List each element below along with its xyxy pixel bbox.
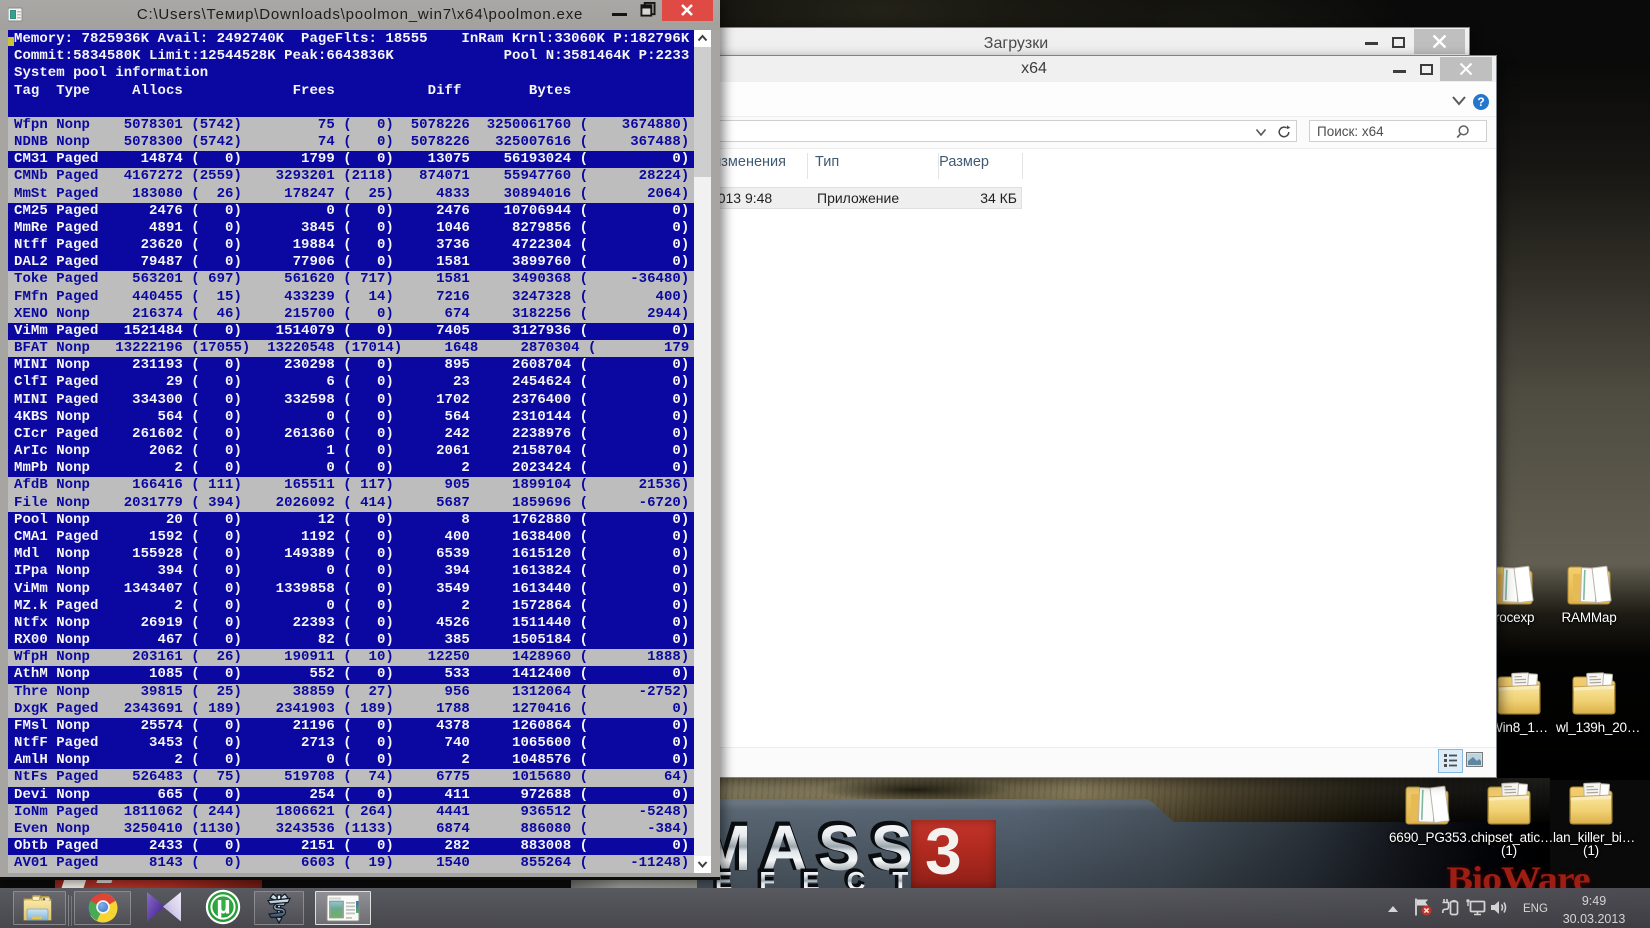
svg-text:µ: µ — [216, 892, 230, 920]
